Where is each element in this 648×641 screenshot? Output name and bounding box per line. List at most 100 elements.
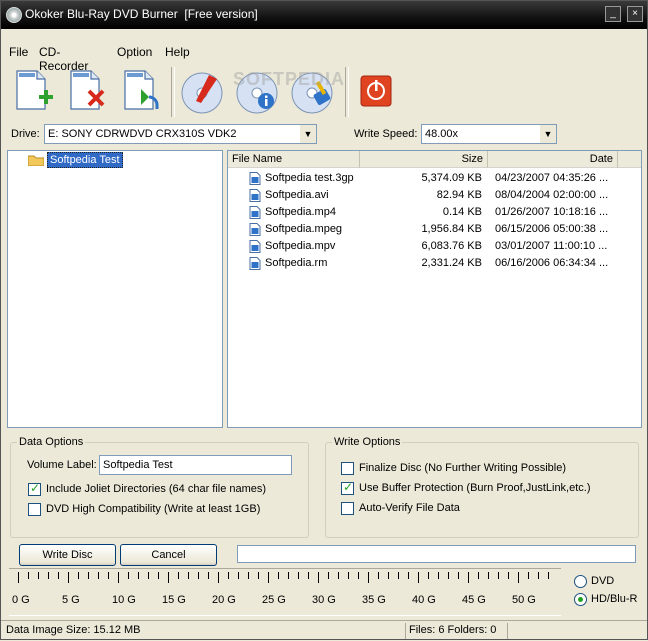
import-file-icon <box>124 70 159 110</box>
import-files-button[interactable] <box>119 67 165 117</box>
ruler-tick <box>328 572 329 579</box>
menu-file[interactable]: File <box>9 45 28 59</box>
radio-dot[interactable] <box>574 575 587 588</box>
file-icon <box>249 223 261 236</box>
auto-verify-label: Auto-Verify File Data <box>359 502 460 514</box>
table-row[interactable]: Softpedia.mpv 6,083.76 KB 03/01/2007 11:… <box>228 238 638 255</box>
ruler-tick <box>188 572 189 579</box>
cancel-button[interactable]: Cancel <box>120 544 217 566</box>
add-file-icon <box>16 70 53 110</box>
softpedia-watermark: SOFTPEDIA <box>233 69 346 89</box>
toolbar-separator <box>171 67 175 117</box>
close-button[interactable]: × <box>627 6 643 22</box>
ruler-tick <box>508 572 509 579</box>
ruler-tick <box>388 572 389 579</box>
ruler-label: 15 G <box>162 594 186 606</box>
file-icon <box>249 172 261 185</box>
write-speed-select[interactable]: 48.00x ▼ <box>421 124 557 144</box>
ruler-label: 30 G <box>312 594 336 606</box>
status-bar: Data Image Size: 15.12 MB Files: 6 Folde… <box>1 620 647 641</box>
disc-app-icon <box>6 7 22 23</box>
ruler-tick <box>38 572 39 579</box>
file-size: 5,374.09 KB <box>421 172 482 184</box>
file-name: Softpedia.mpeg <box>265 223 343 235</box>
ruler-tick <box>138 572 139 579</box>
checkbox-box[interactable] <box>341 462 354 475</box>
checkmark-icon: ✓ <box>30 481 41 495</box>
ruler-tick <box>448 572 449 579</box>
ruler-tick <box>48 572 49 579</box>
ruler-label: 0 G <box>12 594 30 606</box>
file-size: 2,331.24 KB <box>421 257 482 269</box>
column-header-file-name[interactable]: File Name <box>228 151 360 168</box>
checkmark-icon: ✓ <box>343 480 354 494</box>
ruler-label: 50 G <box>512 594 536 606</box>
file-date: 08/04/2004 02:00:00 ... <box>495 189 609 201</box>
file-list[interactable]: File Name Size Date Softpedia test.3gp 5… <box>227 150 642 428</box>
drive-label: Drive: <box>11 128 40 140</box>
file-name: Softpedia.avi <box>265 189 329 201</box>
exit-button[interactable] <box>353 67 399 117</box>
write-disc-button[interactable]: Write Disc <box>19 544 116 566</box>
drive-select[interactable]: E: SONY CDRWDVD CRX310S VDK2 ▼ <box>44 124 317 144</box>
chevron-down-icon[interactable]: ▼ <box>299 125 316 143</box>
ruler-label: 45 G <box>462 594 486 606</box>
file-name: Softpedia.mp4 <box>265 206 336 218</box>
ruler-top-line <box>9 568 561 569</box>
table-row[interactable]: Softpedia.avi 82.94 KB 08/04/2004 02:00:… <box>228 187 638 204</box>
file-name: Softpedia.mpv <box>265 240 336 252</box>
title-bar[interactable]: Okoker Blu-Ray DVD Burner [Free version]… <box>1 1 647 29</box>
file-icon <box>249 257 261 270</box>
radio-dot[interactable] <box>574 593 587 606</box>
burn-disc-button[interactable] <box>179 67 225 117</box>
ruler-tick <box>408 572 409 579</box>
file-count-status: Files: 6 Folders: 0 <box>409 624 497 636</box>
table-row[interactable]: Softpedia.mpeg 1,956.84 KB 06/15/2006 05… <box>228 221 638 238</box>
checkbox-box[interactable]: ✓ <box>28 481 41 496</box>
main-window: Okoker Blu-Ray DVD Burner [Free version]… <box>0 0 648 640</box>
folder-tree[interactable]: Softpedia Test <box>7 150 223 428</box>
menu-option[interactable]: Option <box>117 45 152 59</box>
ruler-tick <box>318 572 319 583</box>
write-speed-value: 48.00x <box>425 128 459 140</box>
write-options-title: Write Options <box>332 436 403 448</box>
ruler-tick <box>108 572 109 579</box>
hd-bluray-radio-label: HD/Blu-R <box>591 593 638 605</box>
chevron-down-icon[interactable]: ▼ <box>539 125 556 143</box>
remove-files-button[interactable] <box>65 67 111 117</box>
ruler-tick <box>268 572 269 583</box>
menu-help[interactable]: Help <box>165 45 190 59</box>
volume-label-input[interactable]: Softpedia Test <box>99 455 292 475</box>
table-row[interactable]: Softpedia test.3gp 5,374.09 KB 04/23/200… <box>228 170 638 187</box>
ruler-tick <box>248 572 249 579</box>
ruler-tick <box>288 572 289 579</box>
window-title: Okoker Blu-Ray DVD Burner [Free version] <box>25 7 258 21</box>
progress-bar <box>237 545 636 563</box>
volume-label-value: Softpedia Test <box>103 459 173 471</box>
checkbox-box[interactable]: ✓ <box>341 480 354 495</box>
table-row[interactable]: Softpedia.rm 2,331.24 KB 06/16/2006 06:3… <box>228 255 638 272</box>
file-size: 0.14 KB <box>442 206 482 218</box>
ruler-tick <box>348 572 349 579</box>
column-header-date[interactable]: Date <box>488 151 618 168</box>
ruler-tick <box>548 572 549 579</box>
add-files-button[interactable] <box>11 67 57 117</box>
ruler-tick <box>298 572 299 579</box>
column-header-size[interactable]: Size <box>360 151 488 168</box>
ruler-label: 5 G <box>62 594 80 606</box>
file-date: 06/15/2006 05:00:38 ... <box>495 223 609 235</box>
status-divider <box>507 623 508 639</box>
column-header-filler <box>618 151 641 168</box>
checkbox-box[interactable] <box>28 503 41 516</box>
toolbar-separator <box>345 67 349 117</box>
table-row[interactable]: Softpedia.mp4 0.14 KB 01/26/2007 10:18:1… <box>228 204 638 221</box>
ruler-tick <box>128 572 129 579</box>
file-date: 04/23/2007 04:35:26 ... <box>495 172 609 184</box>
minimize-button[interactable]: _ <box>605 6 621 22</box>
volume-label-label: Volume Label: <box>27 459 97 471</box>
checkbox-box[interactable] <box>341 502 354 515</box>
ruler-label: 40 G <box>412 594 436 606</box>
file-name: Softpedia test.3gp <box>265 172 354 184</box>
ruler-tick <box>428 572 429 579</box>
status-divider <box>405 623 406 639</box>
